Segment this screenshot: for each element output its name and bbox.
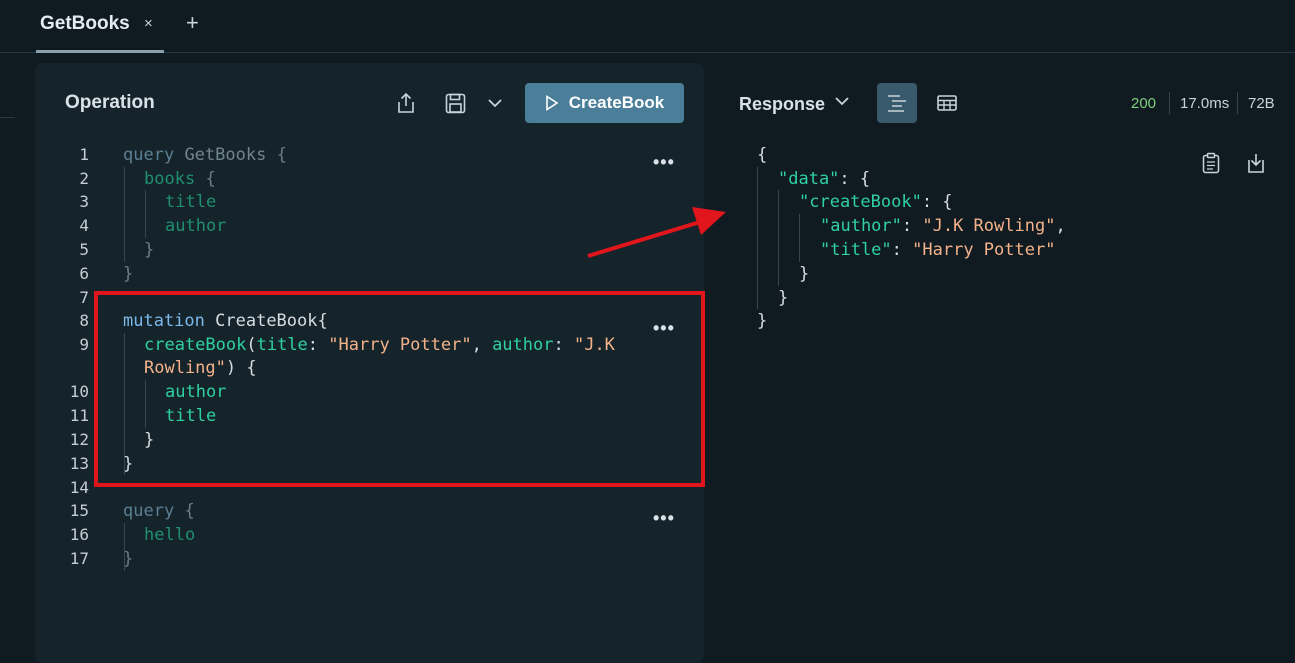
- line-number: 13: [69, 454, 89, 473]
- line-number: 1: [79, 145, 89, 164]
- json-line: "author": "J.K Rowling",: [820, 216, 1066, 236]
- indent-guide: [145, 190, 146, 238]
- code-line: query GetBooks {: [123, 145, 287, 165]
- code-line: query {: [123, 501, 195, 521]
- line-number: 5: [79, 240, 89, 259]
- response-json-viewer[interactable]: { "data": { "createBook": { "author": "J…: [757, 143, 1257, 343]
- code-line: }: [123, 264, 134, 284]
- line-number: 6: [79, 264, 89, 283]
- active-tab-indicator: [36, 50, 164, 53]
- tab-close-icon[interactable]: ×: [144, 15, 153, 32]
- response-chevron-down-icon[interactable]: [835, 96, 849, 106]
- json-line: {: [757, 145, 768, 165]
- indent-guide: [757, 167, 758, 309]
- json-line: "data": {: [778, 169, 871, 189]
- line-number: 10: [69, 382, 89, 401]
- line-number: 4: [79, 216, 89, 235]
- line-number: 15: [69, 501, 89, 520]
- highlight-box: [94, 291, 705, 487]
- indent-guide: [799, 214, 800, 262]
- code-line: hello: [144, 525, 196, 545]
- status-code: 200: [1131, 95, 1157, 112]
- share-icon[interactable]: [395, 91, 417, 115]
- line-number: 3: [79, 192, 89, 211]
- line-number: 2: [79, 169, 89, 188]
- add-tab-icon[interactable]: +: [186, 10, 199, 36]
- indent-guide: [124, 167, 125, 262]
- code-line: author: [165, 216, 227, 236]
- line-number: 8: [79, 311, 89, 330]
- json-line: "title": "Harry Potter": [820, 240, 1056, 260]
- play-icon: [545, 95, 559, 111]
- json-line: "createBook": {: [799, 192, 953, 212]
- annotation-arrow: [587, 207, 726, 258]
- sidebar-divider: [0, 117, 15, 118]
- code-line: books {: [144, 169, 216, 189]
- save-icon[interactable]: [443, 91, 467, 115]
- line-number: 17: [69, 549, 89, 568]
- tab-bar: GetBooks × +: [0, 0, 1295, 53]
- operation-title: Operation: [65, 92, 155, 113]
- line-number: 7: [79, 288, 89, 307]
- line-number: 12: [69, 430, 89, 449]
- save-options-chevron-down-icon[interactable]: [485, 93, 505, 113]
- tab-getbooks[interactable]: GetBooks ×: [36, 0, 164, 53]
- response-size: 72B: [1248, 95, 1275, 112]
- line-number: 16: [69, 525, 89, 544]
- operation-more-menu-icon[interactable]: •••: [653, 508, 675, 529]
- text-align-icon: [888, 95, 906, 112]
- table-view-button[interactable]: [928, 83, 968, 123]
- response-dropdown[interactable]: Response: [739, 94, 825, 115]
- stat-divider: [1169, 92, 1170, 114]
- table-icon: [937, 95, 957, 111]
- json-line: }: [757, 311, 768, 331]
- json-line: }: [799, 264, 810, 284]
- run-operation-button[interactable]: CreateBook: [525, 83, 684, 123]
- indent-guide: [778, 190, 779, 286]
- response-time: 17.0ms: [1180, 95, 1230, 112]
- stat-divider: [1237, 92, 1238, 114]
- line-number: 9: [79, 335, 89, 354]
- json-view-button[interactable]: [877, 83, 917, 123]
- operation-more-menu-icon[interactable]: •••: [653, 152, 675, 173]
- json-line: }: [778, 288, 789, 308]
- code-line: title: [165, 192, 217, 212]
- code-line: }: [144, 240, 155, 260]
- line-number: 14: [69, 478, 89, 497]
- code-line: }: [123, 549, 134, 569]
- run-button-label: CreateBook: [568, 93, 665, 112]
- line-number: 11: [69, 406, 89, 425]
- tab-label: GetBooks: [40, 13, 130, 34]
